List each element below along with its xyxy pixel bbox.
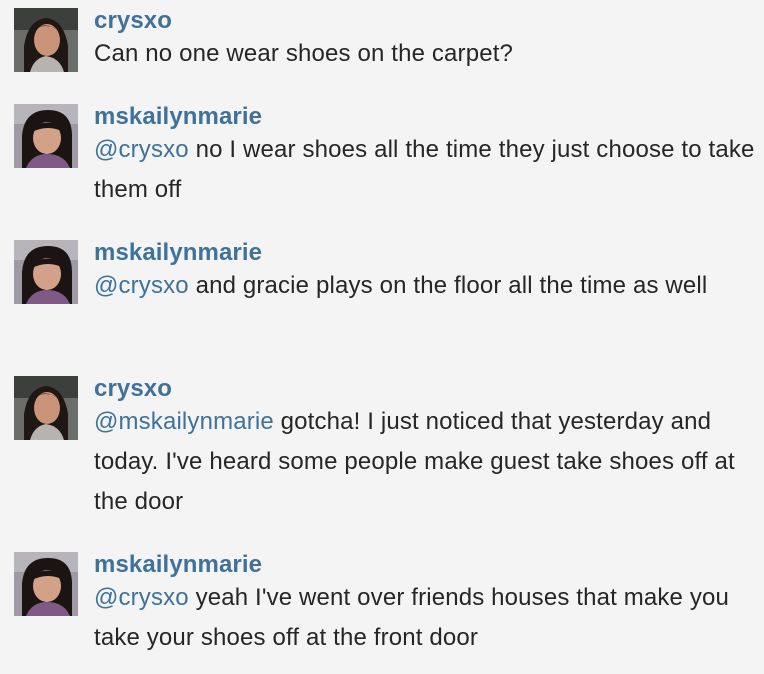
comment-text: Can no one wear shoes on the carpet? bbox=[94, 34, 758, 74]
crysxo-avatar-image bbox=[14, 8, 78, 72]
mskailynmarie-avatar-image bbox=[14, 104, 78, 168]
comment-message: and gracie plays on the floor all the ti… bbox=[188, 272, 708, 299]
comment-list: crysxo Can no one wear shoes on the carp… bbox=[0, 0, 764, 674]
user-avatar[interactable] bbox=[14, 104, 78, 168]
user-avatar[interactable] bbox=[14, 8, 78, 72]
crysxo-avatar-image bbox=[14, 376, 78, 440]
comment-message: Can no one wear shoes on the carpet? bbox=[94, 40, 514, 67]
user-avatar[interactable] bbox=[14, 376, 78, 440]
comment-mention[interactable]: @crysxo bbox=[94, 584, 189, 611]
comment-message: yeah I've went over friends houses that … bbox=[94, 584, 729, 651]
comment-text: @crysxo no I wear shoes all the time the… bbox=[94, 130, 758, 210]
user-avatar[interactable] bbox=[14, 240, 78, 304]
comment-text: @crysxo yeah I've went over friends hous… bbox=[94, 578, 758, 658]
comment-text: @crysxo and gracie plays on the floor al… bbox=[94, 266, 758, 306]
comment-username[interactable]: mskailynmarie bbox=[94, 552, 758, 578]
comment-username[interactable]: crysxo bbox=[94, 376, 758, 402]
mskailynmarie-avatar-image bbox=[14, 240, 78, 304]
comment-mention[interactable]: @mskailynmarie bbox=[94, 408, 274, 435]
user-avatar[interactable] bbox=[14, 552, 78, 616]
comment-username[interactable]: mskailynmarie bbox=[94, 240, 758, 266]
comment-mention[interactable]: @crysxo bbox=[94, 136, 189, 163]
comment-message: no I wear shoes all the time they just c… bbox=[94, 136, 755, 203]
comment-username[interactable]: crysxo bbox=[94, 8, 758, 34]
comment-text: @mskailynmarie gotcha! I just noticed th… bbox=[94, 402, 758, 522]
mskailynmarie-avatar-image bbox=[14, 552, 78, 616]
comment-mention[interactable]: @crysxo bbox=[94, 272, 189, 299]
comment-username[interactable]: mskailynmarie bbox=[94, 104, 758, 130]
